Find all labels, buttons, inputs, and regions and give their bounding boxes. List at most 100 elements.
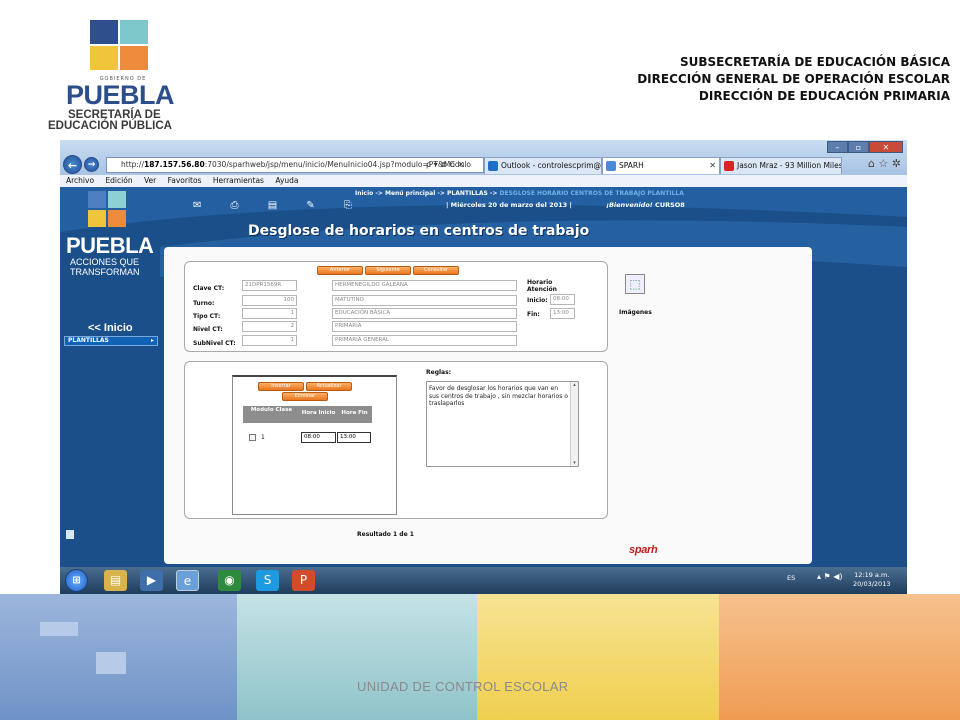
grid-cell-hora-inicio[interactable]: 08:00 [301,432,336,443]
breadcrumb: Inicio -> Menú principal -> PLANTILLAS -… [355,190,684,197]
document-icon[interactable] [66,530,74,539]
welcome-prefix: ¡Bienvenido! [606,201,653,209]
grid-header-hora-inicio: Hora Inicio [300,406,337,423]
sparh-logo: sparh [629,544,658,556]
breadcrumb-inicio[interactable]: Inicio [355,190,373,197]
address-prefix: http:// [121,160,144,169]
browser-tool-icons[interactable]: ⌂ ☆ ✲ [868,157,901,170]
sidebar-item-plantillas[interactable]: PLANTILLAS ▸ [64,336,158,346]
slide-footer: UNIDAD DE CONTROL ESCOLAR [357,679,569,694]
turno-name-field[interactable]: MATUTINO [332,295,517,306]
media-player-icon[interactable]: ▶ [140,570,163,591]
imagenes-label: Imágenes [619,309,652,316]
breadcrumb-current: DESGLOSE HORARIO CENTROS DE TRABAJO PLAN… [499,190,684,197]
turno-field[interactable]: 100 [242,295,297,306]
menu-herramientas[interactable]: Herramientas [213,176,264,185]
imagenes-icon[interactable]: ⬚ [625,274,645,294]
resultado-count: Resultado 1 de 1 [357,531,414,538]
clave-ct-name-field[interactable]: HERMENEGILDO GALEANA [332,280,517,291]
tipo-ct-label: Tipo CT: [193,313,221,320]
brand-square-icon [88,210,106,227]
footer-band-yellow [477,594,719,720]
menu-archivo[interactable]: Archivo [66,176,94,185]
scroll-up-icon[interactable]: ▴ [571,382,578,388]
horario-label-1: Horario [527,279,553,286]
back-arrow-icon[interactable]: ← [63,155,82,174]
internet-explorer-icon[interactable]: e [176,570,199,591]
header-line-2: DIRECCIÓN GENERAL DE OPERACIÓN ESCOLAR [637,72,950,86]
breadcrumb-separator: -> [435,190,447,197]
tab-outlook[interactable]: Outlook - controlescprim@h... [484,157,602,174]
content-area: Anterior Siguiente Consultar Clave CT: 2… [164,247,812,564]
menu-favoritos[interactable]: Favoritos [168,176,202,185]
reglas-textarea[interactable]: Favor de desglosar los horarios que van … [426,381,579,467]
taskbar-clock[interactable]: 12:19 a.m. 20/03/2013 [853,571,890,589]
siguiente-button[interactable]: Siguiente [365,266,411,275]
eliminar-button[interactable]: Eliminar [282,392,328,401]
puebla-emblem-icon [90,20,152,74]
tab-youtube[interactable]: Jason Mraz - 93 Million Miles... [720,157,842,174]
powerpoint-icon[interactable]: P [292,570,315,591]
tab-label: Outlook - controlescprim@h... [501,161,602,170]
menu-ayuda[interactable]: Ayuda [275,176,298,185]
actualizar-button[interactable]: Actualizar [306,382,352,391]
insertar-button[interactable]: Insertar [258,382,304,391]
subnivel-ct-field[interactable]: 1 [242,335,297,346]
toolbar-icons[interactable]: ✉ ⎙ ▤ ✎ ⎘ [193,200,365,211]
forward-arrow-icon[interactable]: → [84,157,99,172]
nivel-ct-label: Nivel CT: [193,326,223,333]
inicio-button[interactable]: << Inicio [88,322,133,334]
centro-trabajo-panel: Anterior Siguiente Consultar Clave CT: 2… [184,261,608,352]
outlook-icon [488,161,498,171]
chevron-right-icon: ▸ [150,337,154,344]
scroll-down-icon[interactable]: ▾ [571,460,578,466]
chrome-icon[interactable]: ◉ [218,570,241,591]
logo-puebla-text: PUEBLA [66,80,175,110]
address-host: 187.157.56.80 [143,160,205,169]
anterior-button[interactable]: Anterior [317,266,363,275]
inicio-label: Inicio: [527,297,548,304]
reglas-scrollbar[interactable]: ▴ ▾ [570,382,578,466]
breadcrumb-separator: -> [487,190,500,197]
consultar-button[interactable]: Consultar [413,266,459,275]
turno-label: Turno: [193,300,215,307]
current-date: | Miércoles 20 de marzo del 2013 | [446,201,572,209]
band-decoration [96,652,126,674]
brand-puebla: PUEBLA [66,233,154,258]
inicio-field[interactable]: 08:00 [550,294,575,305]
tipo-ct-name-field[interactable]: EDUCACIÓN BÁSICA [332,308,517,319]
clave-ct-field[interactable]: 21DPR1569R [242,280,297,291]
nivel-ct-field[interactable]: 2 [242,321,297,332]
clave-ct-label: Clave CT: [193,285,225,292]
reglas-text: Favor de desglosar los horarios que van … [429,385,568,407]
clock-time: 12:19 a.m. [854,571,890,579]
close-button[interactable]: ✕ [869,141,903,153]
tipo-ct-field[interactable]: 1 [242,308,297,319]
tray-icons[interactable]: ▴ ⚑ ◀) [817,572,843,581]
maximize-button[interactable]: ▫ [848,141,869,153]
fin-label: Fin: [527,311,540,318]
menu-edicion[interactable]: Edición [105,176,132,185]
minimize-button[interactable]: – [827,141,848,153]
tab-close-icon[interactable]: ✕ [709,158,716,173]
menu-ver[interactable]: Ver [144,176,156,185]
breadcrumb-plantillas[interactable]: PLANTILLAS [447,190,488,197]
file-explorer-icon[interactable]: ▤ [104,570,127,591]
skype-icon[interactable]: S [256,570,279,591]
language-indicator[interactable]: ES [787,574,795,582]
fin-field[interactable]: 13:00 [550,308,575,319]
nivel-ct-name-field[interactable]: PRIMARIA [332,321,517,332]
start-button[interactable]: ⊞ [65,569,88,592]
brand-square-icon [108,210,126,227]
grid-cell-hora-fin[interactable]: 13:00 [337,432,371,443]
row-checkbox[interactable] [249,434,256,441]
window-controls: – ▫ ✕ [827,141,903,153]
horario-atencion-label: Horario Atención [527,279,557,293]
tab-sparh[interactable]: SPARH ✕ [602,157,720,174]
address-controls[interactable]: ρ ▾ ≣ C ✕ [426,157,464,173]
welcome-user: CURSO8 [655,201,685,209]
page-title: Desglose de horarios en centros de traba… [248,223,590,239]
slide-header: SUBSECRETARÍA DE EDUCACIÓN BÁSICA DIRECC… [637,54,950,105]
subnivel-ct-name-field[interactable]: PRIMARIA GENERAL [332,335,517,346]
breadcrumb-menu[interactable]: Menú principal [385,190,435,197]
